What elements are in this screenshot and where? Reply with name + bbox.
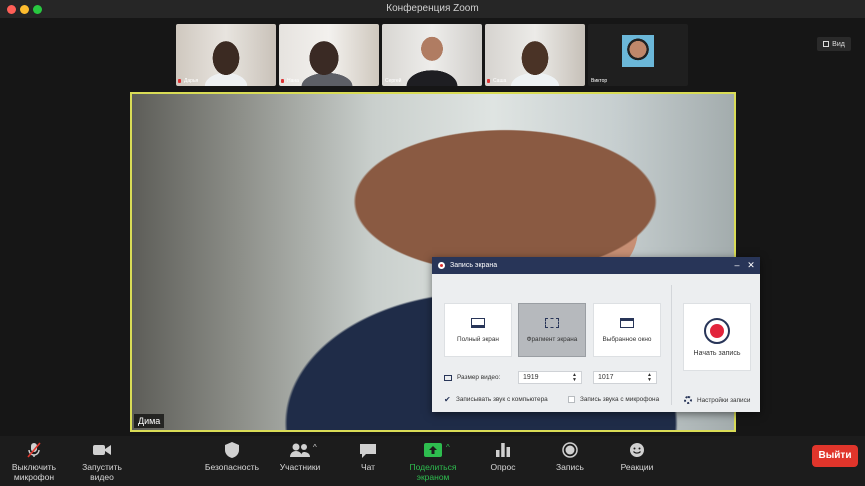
participant-tile[interactable]: Нана bbox=[279, 24, 379, 86]
mic-audio-label: Запись звука с микрофона bbox=[580, 396, 660, 403]
meeting-toolbar: Выключить микрофон Запустить видео Безопас… bbox=[0, 436, 865, 486]
checkbox-empty-icon bbox=[568, 396, 575, 403]
option-selected-window[interactable]: Выбранное окно bbox=[593, 303, 661, 357]
resize-icon bbox=[444, 374, 452, 381]
share-screen-label: Поделиться экраном bbox=[409, 462, 457, 482]
reactions-button[interactable]: Реакции bbox=[618, 442, 656, 472]
bar-chart-icon bbox=[496, 442, 510, 458]
chat-button[interactable]: Чат bbox=[352, 442, 384, 472]
mute-label: Выключить микрофон bbox=[11, 462, 57, 482]
chat-icon bbox=[360, 442, 376, 458]
participant-name: Саша bbox=[493, 78, 507, 84]
share-screen-button[interactable]: Поделиться экраном bbox=[406, 442, 460, 482]
minimize-icon[interactable]: – bbox=[730, 257, 744, 274]
option-label: Фрагмент экрана bbox=[526, 335, 578, 343]
video-width-value: 1919 bbox=[523, 374, 539, 381]
screen-recorder-dialog: Запись экрана – ✕ Полный экран Фрагмент … bbox=[432, 257, 760, 412]
recorder-title: Запись экрана bbox=[450, 262, 498, 269]
grid-icon bbox=[823, 41, 830, 47]
gear-icon bbox=[684, 396, 692, 404]
participant-name: Нана bbox=[287, 78, 299, 84]
muted-mic-icon bbox=[281, 79, 284, 83]
option-label: Выбранное окно bbox=[602, 335, 652, 343]
window-icon bbox=[620, 317, 634, 328]
chevron-up-icon[interactable]: ^ bbox=[313, 443, 317, 452]
mute-button[interactable]: Выключить микрофон bbox=[10, 442, 58, 482]
video-camera-icon bbox=[93, 442, 111, 458]
poll-button[interactable]: Опрос bbox=[486, 442, 520, 472]
record-button-icon bbox=[704, 317, 730, 344]
option-full-screen[interactable]: Полный экран bbox=[444, 303, 512, 357]
participant-name: Сергей bbox=[385, 78, 402, 84]
checkmark-icon: ✔ bbox=[444, 395, 451, 404]
participant-tile[interactable]: Дарья bbox=[176, 24, 276, 86]
reactions-label: Реакции bbox=[620, 462, 654, 472]
participant-tile[interactable]: Сергей bbox=[382, 24, 482, 86]
close-window-icon[interactable] bbox=[7, 5, 16, 14]
smile-icon bbox=[629, 442, 645, 458]
security-label: Безопасность bbox=[204, 462, 260, 472]
record-dot-icon bbox=[438, 262, 445, 269]
participants-icon bbox=[290, 442, 310, 458]
crop-icon bbox=[545, 317, 559, 328]
participant-tile[interactable]: Виктор bbox=[588, 24, 688, 86]
video-width-input[interactable]: 1919 ▲ ▼ bbox=[518, 371, 582, 384]
start-recording-button[interactable]: Начать запись bbox=[683, 303, 751, 371]
recording-settings-label: Настройки записи bbox=[697, 396, 751, 404]
recorder-header: Запись экрана – ✕ bbox=[432, 257, 760, 274]
window-title: Конференция Zoom bbox=[386, 3, 479, 14]
speaker-name: Дима bbox=[134, 414, 165, 428]
monitor-icon bbox=[471, 317, 485, 328]
video-size-row: Размер видео: bbox=[444, 374, 500, 381]
stepper-arrows-icon[interactable]: ▲ ▼ bbox=[647, 373, 652, 383]
system-audio-label: Записывать звук с компьютера bbox=[456, 396, 548, 403]
share-screen-icon bbox=[424, 442, 442, 458]
window-title-bar: Конференция Zoom bbox=[0, 0, 865, 18]
view-button-label: Вид bbox=[832, 40, 845, 48]
video-height-value: 1017 bbox=[598, 374, 614, 381]
system-audio-checkbox[interactable]: ✔ Записывать звук с компьютера bbox=[444, 395, 548, 404]
video-size-label: Размер видео: bbox=[457, 374, 501, 381]
leave-meeting-button[interactable]: Выйти bbox=[812, 445, 858, 467]
record-button[interactable]: Запись bbox=[552, 442, 588, 472]
record-label: Запись bbox=[556, 462, 584, 472]
option-label: Полный экран bbox=[457, 335, 499, 343]
shield-icon bbox=[225, 442, 239, 458]
participant-tile[interactable]: Саша bbox=[485, 24, 585, 86]
participant-name: Виктор bbox=[591, 78, 608, 84]
participant-name: Дарья bbox=[184, 78, 199, 84]
start-recording-label: Начать запись bbox=[693, 349, 741, 357]
divider bbox=[671, 285, 672, 405]
security-button[interactable]: Безопасность bbox=[204, 442, 260, 472]
view-button[interactable]: Вид bbox=[817, 37, 851, 51]
minimize-window-icon[interactable] bbox=[20, 5, 29, 14]
video-height-input[interactable]: 1017 ▲ ▼ bbox=[593, 371, 657, 384]
start-video-label: Запустить видео bbox=[82, 462, 122, 482]
poll-label: Опрос bbox=[490, 462, 516, 472]
close-icon[interactable]: ✕ bbox=[744, 257, 758, 274]
stepper-arrows-icon[interactable]: ▲ ▼ bbox=[572, 373, 577, 383]
mic-audio-checkbox[interactable]: Запись звука с микрофона bbox=[568, 396, 659, 403]
chevron-up-icon[interactable]: ^ bbox=[446, 443, 450, 452]
record-icon bbox=[562, 442, 578, 458]
maximize-window-icon[interactable] bbox=[33, 5, 42, 14]
option-screen-fragment[interactable]: Фрагмент экрана bbox=[518, 303, 586, 357]
muted-mic-icon bbox=[487, 79, 490, 83]
start-video-button[interactable]: Запустить видео bbox=[80, 442, 124, 482]
muted-mic-icon bbox=[178, 79, 181, 83]
participants-label: Участники bbox=[279, 462, 321, 472]
chat-label: Чат bbox=[360, 462, 376, 472]
recording-settings-link[interactable]: Настройки записи bbox=[684, 396, 750, 404]
mic-off-icon bbox=[27, 442, 41, 458]
avatar bbox=[622, 35, 654, 67]
